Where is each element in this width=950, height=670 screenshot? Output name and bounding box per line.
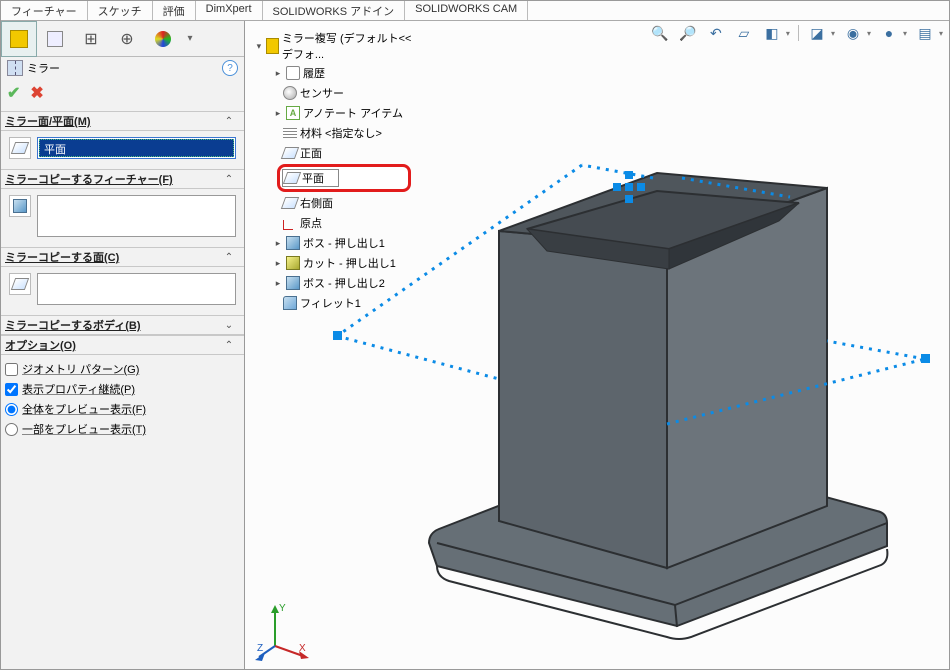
tab-addins[interactable]: SOLIDWORKS アドイン — [263, 1, 406, 20]
dropdown-icon[interactable]: ▾ — [786, 29, 790, 38]
part-icon — [266, 38, 279, 54]
collapse-icon: ⌃ — [222, 116, 236, 127]
plane-select-icon — [9, 137, 31, 159]
axis-z-label: Z — [257, 643, 263, 654]
section-bodies-label: ミラーコピーするボディ(B) — [5, 317, 222, 333]
edit-appearance-icon[interactable]: ● — [879, 23, 899, 43]
collapse-icon: ⌃ — [222, 174, 236, 185]
pm-tab-display[interactable]: ⊞ — [73, 21, 109, 57]
face-select-icon — [9, 273, 31, 295]
tab-features[interactable]: フィーチャー — [1, 1, 88, 20]
previous-view-icon[interactable]: ↶ — [706, 23, 726, 43]
dropdown-icon[interactable]: ▾ — [939, 29, 943, 38]
dropdown-icon[interactable]: ▾ — [831, 29, 835, 38]
section-faces-header[interactable]: ミラーコピーする面(C) ⌃ — [1, 247, 244, 267]
display-style-icon[interactable]: ◪ — [807, 23, 827, 43]
collapse-icon: ⌄ — [222, 320, 236, 331]
pm-header-icons: ⊞ ⊕ ▾ — [1, 21, 244, 57]
expand-icon[interactable]: ▾ — [255, 41, 263, 52]
part-rendering — [245, 71, 949, 669]
opt-preview-full-label: 全体をプレビュー表示(F) — [22, 401, 146, 417]
appearance-icon — [155, 31, 171, 47]
pm-tab-target[interactable]: ⊕ — [109, 21, 145, 57]
heads-up-toolbar: 🔍 🔎 ↶ ▱ ◧ ▾ ◪ ▾ ◉ ▾ ● ▾ ▤ ▾ — [650, 23, 943, 43]
section-features-header[interactable]: ミラーコピーするフィーチャー(F) ⌃ — [1, 169, 244, 189]
dropdown-icon[interactable]: ▾ — [867, 29, 871, 38]
mirror-icon — [7, 60, 23, 76]
section-options-header[interactable]: オプション(O) ⌃ — [1, 335, 244, 355]
pm-tab-feature[interactable] — [1, 21, 37, 57]
pm-title: ミラー — [27, 60, 222, 76]
config-icon — [47, 31, 63, 47]
zoom-area-icon[interactable]: 🔎 — [678, 23, 698, 43]
solid-icon — [13, 199, 27, 213]
apply-scene-icon[interactable]: ▤ — [915, 23, 935, 43]
help-icon[interactable]: ? — [222, 60, 238, 76]
axis-y-label: Y — [279, 603, 286, 614]
selected-plane-item[interactable]: 平面 — [39, 139, 234, 157]
tree-root-label: ミラー複写 (デフォルト<<デフォ... — [282, 30, 417, 62]
tab-dimxpert[interactable]: DimXpert — [196, 1, 263, 20]
tree-root-row[interactable]: ▾ ミラー複写 (デフォルト<<デフォ... — [249, 29, 419, 63]
section-faces-label: ミラーコピーする面(C) — [5, 249, 222, 265]
hide-show-icon[interactable]: ◉ — [843, 23, 863, 43]
mirror-plane-selection[interactable]: 平面 — [37, 137, 236, 159]
zoom-fit-icon[interactable]: 🔍 — [650, 23, 670, 43]
features-selection[interactable] — [37, 195, 236, 237]
axis-x-label: X — [299, 643, 306, 654]
tab-evaluate[interactable]: 評価 — [153, 1, 196, 20]
tab-cam[interactable]: SOLIDWORKS CAM — [405, 1, 528, 20]
opt-preview-full[interactable] — [5, 403, 18, 416]
opt-preview-partial[interactable] — [5, 423, 18, 436]
dropdown-icon[interactable]: ▾ — [903, 29, 907, 38]
section-view-icon[interactable]: ▱ — [734, 23, 754, 43]
faces-selection[interactable] — [37, 273, 236, 305]
section-mirror-plane-header[interactable]: ミラー面/平面(M) ⌃ — [1, 111, 244, 131]
opt-inherit-visual[interactable] — [5, 383, 18, 396]
collapse-icon: ⌃ — [222, 252, 236, 263]
face-icon — [11, 278, 29, 290]
pm-tab-appearance[interactable] — [145, 21, 181, 57]
section-mirror-plane-label: ミラー面/平面(M) — [5, 113, 222, 129]
property-manager: ⊞ ⊕ ▾ ミラー ? ✔ ✖ ミラー面/平面(M) ⌃ — [1, 21, 245, 669]
plane-icon — [11, 142, 29, 154]
pm-overflow[interactable]: ▾ — [181, 33, 199, 44]
separator — [798, 25, 799, 41]
hierarchy-icon: ⊞ — [84, 29, 97, 49]
section-bodies-header[interactable]: ミラーコピーするボディ(B) ⌄ — [1, 315, 244, 335]
opt-inherit-visual-label: 表示プロパティ継続(P) — [22, 381, 135, 397]
feature-icon — [10, 30, 28, 48]
collapse-icon: ⌃ — [222, 340, 236, 351]
pm-titlebar: ミラー ? — [1, 57, 244, 79]
command-manager-tabs: フィーチャー スケッチ 評価 DimXpert SOLIDWORKS アドイン … — [1, 1, 949, 21]
opt-geometry-pattern-label: ジオメトリ パターン(G) — [22, 361, 139, 377]
view-orientation-icon[interactable]: ◧ — [762, 23, 782, 43]
opt-geometry-pattern[interactable] — [5, 363, 18, 376]
section-features-label: ミラーコピーするフィーチャー(F) — [5, 171, 222, 187]
pm-confirm-row: ✔ ✖ — [1, 79, 244, 111]
target-icon: ⊕ — [120, 29, 133, 49]
pm-tab-config[interactable] — [37, 21, 73, 57]
graphics-viewport[interactable]: 🔍 🔎 ↶ ▱ ◧ ▾ ◪ ▾ ◉ ▾ ● ▾ ▤ ▾ ▾ ミラー複写 (デフォルト<<デ… — [245, 21, 949, 669]
feature-select-icon — [9, 195, 31, 217]
opt-preview-partial-label: 一部をプレビュー表示(T) — [22, 421, 146, 437]
ok-button[interactable]: ✔ — [7, 83, 20, 103]
section-options-label: オプション(O) — [5, 337, 222, 353]
tab-sketch[interactable]: スケッチ — [88, 1, 153, 20]
cancel-button[interactable]: ✖ — [30, 83, 43, 103]
orientation-triad[interactable]: Y X Z — [255, 601, 315, 661]
